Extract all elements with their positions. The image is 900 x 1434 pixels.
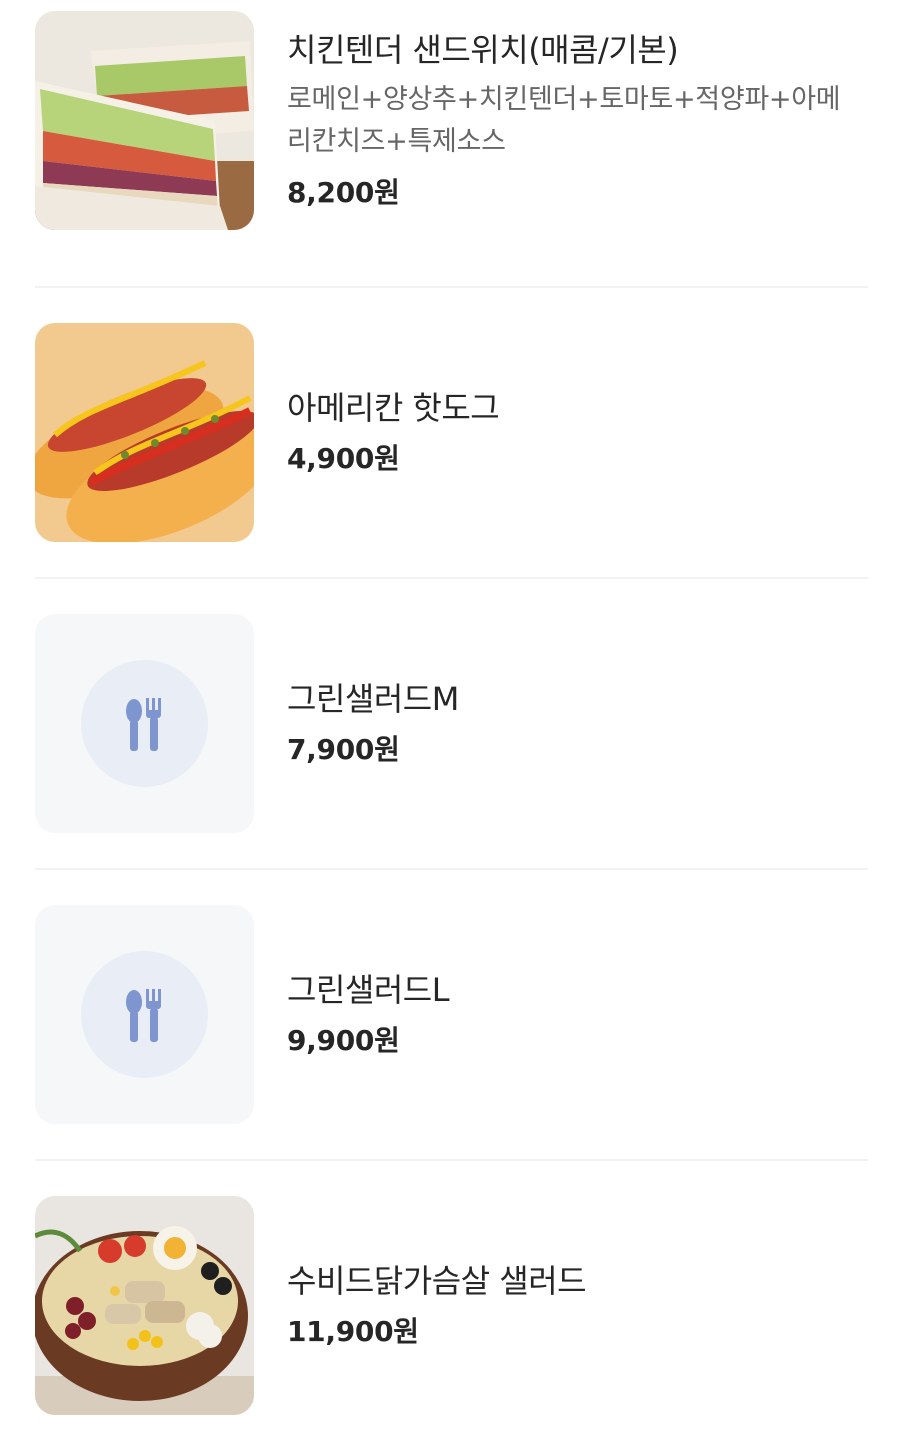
menu-item-sous-vide-chicken-salad[interactable]: 수비드닭가슴살 샐러드 11,900원 — [35, 1196, 868, 1415]
item-name: 그린샐러드L — [287, 970, 450, 1009]
salad-bowl-image — [35, 1196, 254, 1415]
item-info: 수비드닭가슴살 샐러드 11,900원 — [287, 1260, 868, 1352]
item-info: 치킨텐더 샌드위치(매콤/기본) 로메인+양상추+치킨텐더+토마토+적양파+아메… — [287, 29, 868, 213]
item-price: 8,200원 — [287, 175, 400, 209]
sandwich-image — [35, 11, 254, 230]
item-name: 아메리칸 핫도그 — [287, 388, 500, 427]
divider — [35, 1159, 868, 1161]
menu-item-chicken-tender-sandwich[interactable]: 치킨텐더 샌드위치(매콤/기본) 로메인+양상추+치킨텐더+토마토+적양파+아메… — [35, 11, 868, 230]
utensils-icon — [126, 698, 161, 751]
divider — [35, 868, 868, 870]
item-price: 9,900원 — [287, 1023, 400, 1057]
item-name: 치킨텐더 샌드위치(매콤/기본) — [287, 30, 679, 69]
item-info: 그린샐러드L 9,900원 — [287, 969, 868, 1061]
item-name: 수비드닭가슴살 샐러드 — [287, 1261, 587, 1300]
menu-item-green-salad-l[interactable]: 그린샐러드L 9,900원 — [35, 905, 868, 1124]
item-name: 그린샐러드M — [287, 679, 459, 718]
menu-item-american-hotdog[interactable]: 아메리칸 핫도그 4,900원 — [35, 323, 868, 542]
item-price: 7,900원 — [287, 732, 400, 766]
menu-item-green-salad-m[interactable]: 그린샐러드M 7,900원 — [35, 614, 868, 833]
hotdog-image — [35, 323, 254, 542]
image-placeholder — [35, 905, 254, 1124]
item-price: 4,900원 — [287, 441, 400, 475]
divider — [35, 577, 868, 579]
item-price: 11,900원 — [287, 1314, 419, 1348]
item-info: 그린샐러드M 7,900원 — [287, 678, 868, 770]
image-placeholder — [35, 614, 254, 833]
item-description: 로메인+양상추+치킨텐더+토마토+적양파+아메리칸치즈+특제소스 — [287, 83, 841, 157]
divider — [35, 286, 868, 288]
item-info: 아메리칸 핫도그 4,900원 — [287, 387, 868, 479]
utensils-icon — [126, 989, 161, 1042]
